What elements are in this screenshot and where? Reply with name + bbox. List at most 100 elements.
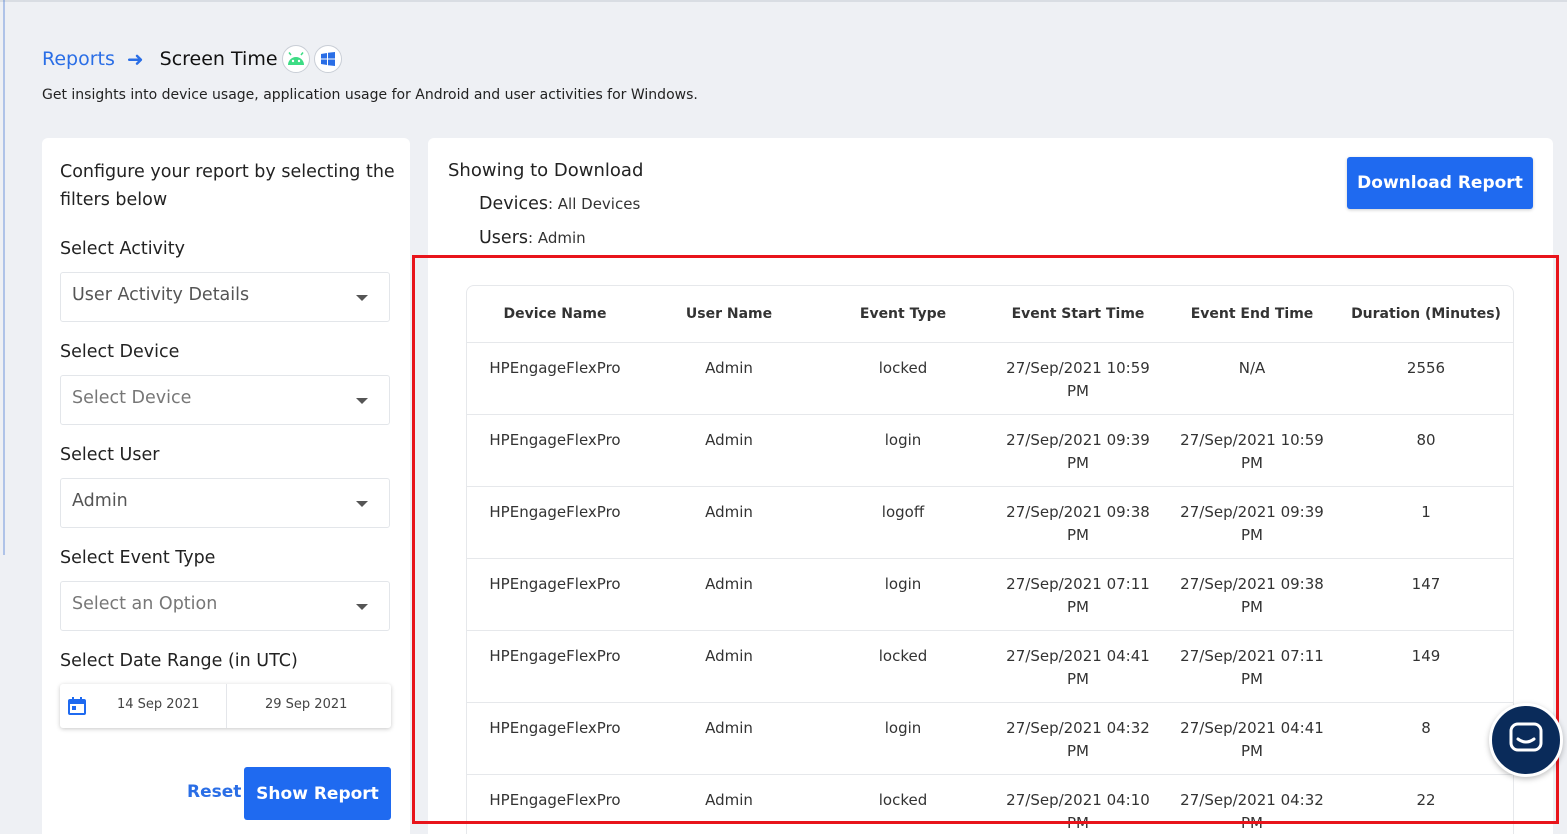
activity-label: Select Activity	[60, 239, 185, 259]
report-table: Device Name User Name Event Type Event S…	[467, 286, 1513, 834]
event-end-cell: 27/Sep/2021 07:11 PM	[1165, 630, 1339, 703]
user-select[interactable]: Admin	[60, 478, 390, 528]
top-divider	[0, 0, 1567, 2]
column-header[interactable]: Event End Time	[1165, 286, 1339, 343]
breadcrumb-reports-link[interactable]: Reports	[42, 48, 115, 70]
date-divider	[226, 684, 227, 728]
user-name-cell: Admin	[643, 414, 815, 487]
device-label: Select Device	[60, 342, 180, 362]
device-select-placeholder: Select Device	[72, 388, 192, 408]
event-start-cell: 27/Sep/2021 10:59 PM	[991, 342, 1165, 415]
event-start-cell: 27/Sep/2021 04:41 PM	[991, 630, 1165, 703]
chat-launcher-button[interactable]	[1489, 703, 1563, 777]
device-name-cell: HPEngageFlexPro	[467, 414, 643, 487]
date-range-picker[interactable]: 14 Sep 2021 29 Sep 2021	[60, 684, 391, 728]
duration-cell: 147	[1339, 558, 1513, 631]
users-summary-label: Users	[479, 228, 529, 248]
filter-intro: Configure your report by selecting the f…	[60, 162, 395, 210]
event-start-cell: 27/Sep/2021 09:39 PM	[991, 414, 1165, 487]
event-type-cell: login	[815, 414, 991, 487]
column-header[interactable]: Event Start Time	[991, 286, 1165, 343]
device-name-cell: HPEngageFlexPro	[467, 342, 643, 415]
breadcrumb: Reports ➜ Screen Time	[42, 44, 342, 74]
page-subtitle: Get insights into device usage, applicat…	[42, 87, 698, 103]
users-summary: Users: Admin	[479, 228, 586, 248]
duration-cell: 2556	[1339, 342, 1513, 415]
table-row: HPEngageFlexPro Admin locked 27/Sep/2021…	[467, 342, 1513, 415]
download-report-button[interactable]: Download Report	[1347, 157, 1533, 209]
devices-summary-label: Devices	[479, 194, 548, 214]
duration-cell: 149	[1339, 630, 1513, 703]
event-type-cell: locked	[815, 630, 991, 703]
caret-down-icon	[356, 604, 368, 610]
event-start-cell: 27/Sep/2021 09:38 PM	[991, 486, 1165, 559]
column-header[interactable]: User Name	[643, 286, 815, 343]
event-type-select[interactable]: Select an Option	[60, 581, 390, 631]
calendar-icon	[68, 697, 86, 715]
table-header-row: Device Name User Name Event Type Event S…	[467, 286, 1513, 343]
user-label: Select User	[60, 445, 160, 465]
caret-down-icon	[356, 398, 368, 404]
table-row: HPEngageFlexPro Admin logoff 27/Sep/2021…	[467, 486, 1513, 559]
activity-select[interactable]: User Activity Details	[60, 272, 390, 322]
caret-down-icon	[356, 295, 368, 301]
event-type-cell: login	[815, 702, 991, 775]
duration-cell: 1	[1339, 486, 1513, 559]
device-select[interactable]: Select Device	[60, 375, 390, 425]
device-name-cell: HPEngageFlexPro	[467, 774, 643, 834]
windows-icon	[313, 45, 342, 73]
android-icon	[281, 45, 310, 73]
event-end-cell: N/A	[1165, 342, 1339, 415]
event-start-cell: 27/Sep/2021 07:11 PM	[991, 558, 1165, 631]
device-name-cell: HPEngageFlexPro	[467, 702, 643, 775]
duration-cell: 22	[1339, 774, 1513, 834]
event-start-cell: 27/Sep/2021 04:32 PM	[991, 702, 1165, 775]
duration-cell: 80	[1339, 414, 1513, 487]
users-summary-value: : Admin	[528, 229, 586, 247]
user-name-cell: Admin	[643, 702, 815, 775]
event-start-cell: 27/Sep/2021 04:10 PM	[991, 774, 1165, 834]
user-name-cell: Admin	[643, 486, 815, 559]
reset-button[interactable]: Reset	[187, 782, 241, 802]
date-start[interactable]: 14 Sep 2021	[117, 697, 199, 712]
chat-icon	[1509, 722, 1543, 752]
date-end[interactable]: 29 Sep 2021	[265, 697, 347, 712]
user-name-cell: Admin	[643, 774, 815, 834]
event-type-cell: login	[815, 558, 991, 631]
show-report-button[interactable]: Show Report	[244, 767, 391, 820]
event-end-cell: 27/Sep/2021 09:38 PM	[1165, 558, 1339, 631]
left-rail	[3, 0, 5, 555]
table-row: HPEngageFlexPro Admin locked 27/Sep/2021…	[467, 630, 1513, 703]
devices-summary: Devices: All Devices	[479, 194, 640, 214]
activity-select-value: User Activity Details	[72, 285, 250, 305]
filter-panel: Configure your report by selecting the f…	[42, 138, 410, 834]
column-header[interactable]: Duration (Minutes)	[1339, 286, 1513, 343]
column-header[interactable]: Event Type	[815, 286, 991, 343]
event-type-select-placeholder: Select an Option	[72, 594, 218, 614]
page-title: Screen Time	[159, 48, 278, 70]
caret-down-icon	[356, 501, 368, 507]
event-type-label: Select Event Type	[60, 548, 216, 568]
event-type-cell: locked	[815, 342, 991, 415]
device-name-cell: HPEngageFlexPro	[467, 558, 643, 631]
table-row: HPEngageFlexPro Admin login 27/Sep/2021 …	[467, 702, 1513, 775]
event-end-cell: 27/Sep/2021 10:59 PM	[1165, 414, 1339, 487]
user-name-cell: Admin	[643, 630, 815, 703]
event-end-cell: 27/Sep/2021 09:39 PM	[1165, 486, 1339, 559]
table-row: HPEngageFlexPro Admin login 27/Sep/2021 …	[467, 558, 1513, 631]
user-select-value: Admin	[72, 491, 128, 511]
devices-summary-value: : All Devices	[547, 195, 641, 213]
arrow-right-icon: ➜	[126, 47, 144, 71]
duration-cell: 8	[1339, 702, 1513, 775]
event-type-cell: locked	[815, 774, 991, 834]
report-table-container: Device Name User Name Event Type Event S…	[466, 285, 1514, 834]
event-type-cell: logoff	[815, 486, 991, 559]
device-name-cell: HPEngageFlexPro	[467, 630, 643, 703]
table-row: HPEngageFlexPro Admin login 27/Sep/2021 …	[467, 414, 1513, 487]
event-end-cell: 27/Sep/2021 04:32 PM	[1165, 774, 1339, 834]
column-header[interactable]: Device Name	[467, 286, 643, 343]
event-end-cell: 27/Sep/2021 04:41 PM	[1165, 702, 1339, 775]
table-row: HPEngageFlexPro Admin locked 27/Sep/2021…	[467, 774, 1513, 834]
device-name-cell: HPEngageFlexPro	[467, 486, 643, 559]
user-name-cell: Admin	[643, 342, 815, 415]
